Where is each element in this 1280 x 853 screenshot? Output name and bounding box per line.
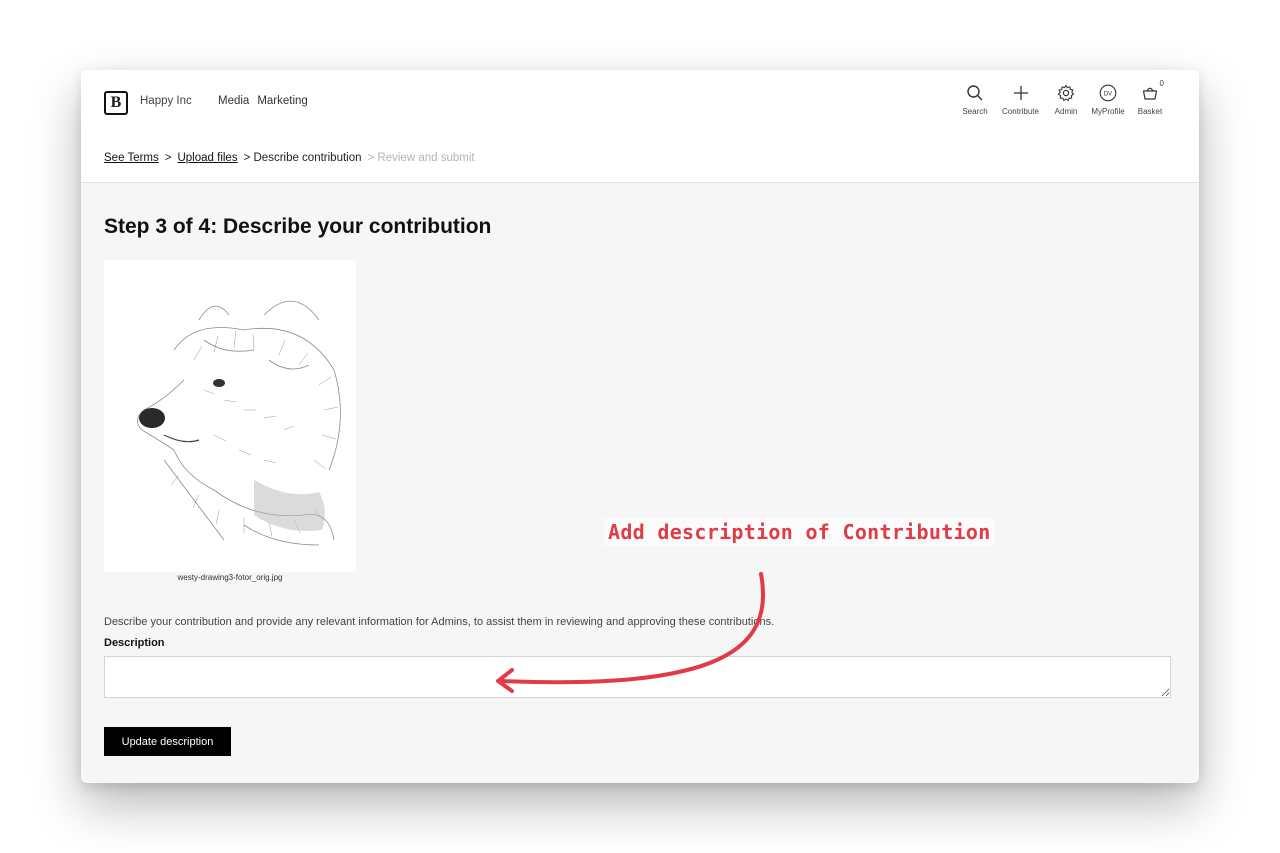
profile-button[interactable]: DV MyProfile (1091, 84, 1125, 116)
contribute-button[interactable]: Contribute (1000, 84, 1041, 116)
breadcrumb-next: > Review and submit (367, 152, 475, 164)
breadcrumb-separator: > (164, 152, 172, 164)
basket-label: Basket (1137, 107, 1163, 116)
basket-count: 0 (1159, 79, 1164, 88)
help-text: Describe your contribution and provide a… (104, 616, 775, 628)
contribution-thumbnail[interactable] (104, 260, 356, 572)
top-bar: B Happy Inc Media Marketing Search Contr… (81, 70, 1199, 183)
description-label: Description (104, 637, 165, 649)
toolbar: Search Contribute Admin DV MyProfile 0 B… (958, 79, 1167, 116)
profile-label: MyProfile (1091, 107, 1125, 116)
dog-drawing-image (104, 260, 356, 572)
avatar-icon: DV (1099, 84, 1117, 102)
breadcrumb: See Terms > Upload files > Describe cont… (104, 152, 475, 164)
plus-icon (1013, 86, 1028, 100)
file-name: westy-drawing3-fotor_orig.jpg (177, 573, 283, 582)
search-label: Search (962, 107, 988, 116)
brand-logo[interactable]: B (104, 91, 128, 115)
breadcrumb-current: > Describe contribution (243, 152, 362, 164)
logo-glyph: B (110, 94, 122, 111)
description-field[interactable] (104, 656, 1171, 698)
update-description-button[interactable]: Update description (104, 727, 231, 756)
basket-icon (1142, 87, 1158, 100)
breadcrumb-upload-files[interactable]: Upload files (177, 152, 237, 164)
org-name[interactable]: Happy Inc (140, 95, 192, 107)
search-icon (967, 85, 983, 101)
main-nav: Media Marketing (218, 95, 308, 107)
basket-button[interactable]: 0 Basket (1133, 79, 1167, 116)
contribute-label: Contribute (1002, 107, 1039, 116)
admin-button[interactable]: Admin (1049, 84, 1083, 116)
gear-icon (1057, 84, 1075, 102)
nav-media[interactable]: Media (218, 95, 249, 107)
app-window: B Happy Inc Media Marketing Search Contr… (81, 70, 1199, 783)
annotation-callout: Add description of Contribution (604, 518, 995, 546)
search-button[interactable]: Search (958, 84, 992, 116)
admin-label: Admin (1054, 107, 1078, 116)
breadcrumb-see-terms[interactable]: See Terms (104, 152, 159, 164)
nav-marketing[interactable]: Marketing (257, 95, 308, 107)
avatar-initials: DV (1104, 91, 1112, 97)
page-title: Step 3 of 4: Describe your contribution (104, 215, 492, 238)
